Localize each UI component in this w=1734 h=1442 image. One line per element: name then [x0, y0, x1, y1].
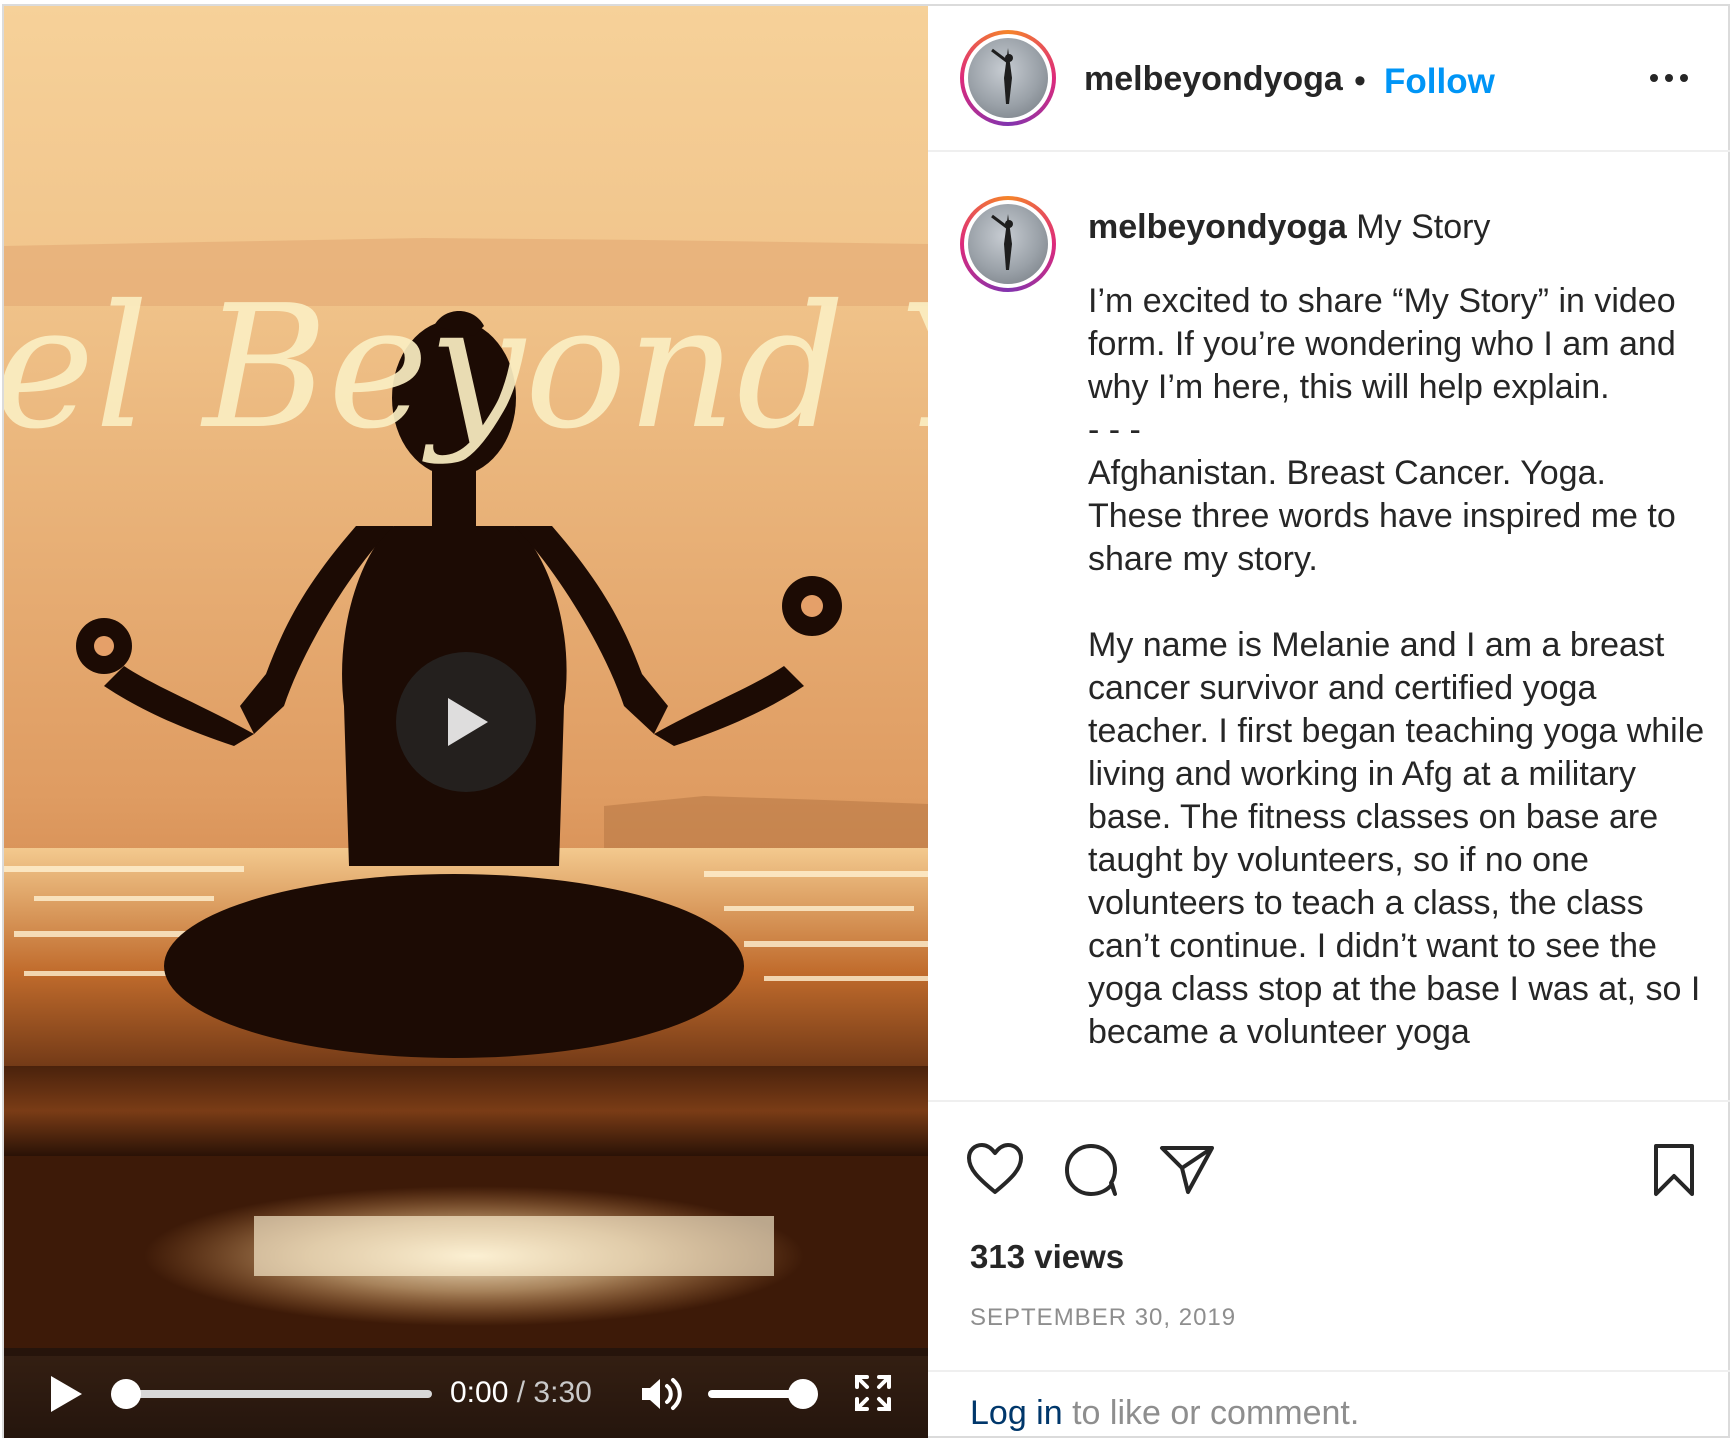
- header-username[interactable]: melbeyondyoga: [1084, 60, 1343, 99]
- video-player[interactable]: el Beyond Yog 0:00 / 3:30: [4, 6, 928, 1438]
- current-time: 0:00: [450, 1376, 509, 1409]
- video-controls: 0:00 / 3:30: [4, 1348, 928, 1438]
- play-button[interactable]: [48, 1374, 84, 1419]
- more-options-button[interactable]: [1642, 60, 1696, 96]
- caption-header: melbeyondyoga My Story: [1088, 208, 1490, 247]
- post-card: el Beyond Yog 0:00 / 3:30: [2, 4, 1730, 1438]
- duration: 3:30: [533, 1376, 592, 1409]
- post-side-panel: melbeyondyoga • Follow melbeyondyoga My …: [928, 6, 1730, 1438]
- like-button[interactable]: [966, 1142, 1024, 1201]
- time-display: 0:00 / 3:30: [450, 1376, 592, 1410]
- login-rest: to like or comment.: [1062, 1394, 1360, 1432]
- post-date: SEPTEMBER 30, 2019: [970, 1304, 1237, 1331]
- seek-bar[interactable]: [126, 1390, 432, 1398]
- caption-username[interactable]: melbeyondyoga: [1088, 208, 1347, 246]
- caption-title: My Story: [1356, 208, 1491, 246]
- volume-thumb[interactable]: [788, 1379, 818, 1409]
- more-dots-icon: [1650, 74, 1688, 82]
- comment-button[interactable]: [1062, 1142, 1120, 1203]
- play-icon: [448, 698, 488, 746]
- fullscreen-button[interactable]: [854, 1374, 892, 1417]
- share-button[interactable]: [1158, 1142, 1216, 1201]
- center-play-button[interactable]: [396, 652, 536, 792]
- view-count: 313 views: [970, 1238, 1125, 1275]
- play-icon: [51, 1376, 82, 1412]
- volume-button[interactable]: [640, 1374, 684, 1419]
- caption-area: melbeyondyoga My Story I’m excited to sh…: [928, 154, 1730, 1102]
- login-text: Log in to like or comment.: [970, 1394, 1359, 1433]
- volume-icon: [642, 1378, 682, 1410]
- login-link[interactable]: Log in: [970, 1394, 1063, 1432]
- time-separator: /: [516, 1376, 526, 1409]
- paper-plane-icon: [1160, 1146, 1214, 1194]
- avatar[interactable]: [960, 30, 1056, 126]
- action-bar: [928, 1104, 1730, 1214]
- comment-icon: [1065, 1144, 1117, 1196]
- avatar-image: [991, 214, 1013, 270]
- post-header: melbeyondyoga • Follow: [928, 6, 1730, 152]
- follow-button[interactable]: Follow: [1384, 62, 1495, 102]
- bookmark-icon: [1654, 1144, 1694, 1196]
- login-prompt: Log in to like or comment.: [928, 1370, 1730, 1438]
- save-button[interactable]: [1650, 1142, 1698, 1203]
- caption-text: I’m excited to share “My Story” in video…: [1088, 282, 1705, 1051]
- heart-icon: [967, 1143, 1023, 1194]
- fullscreen-icon: [855, 1375, 891, 1411]
- avatar-image: [991, 48, 1013, 104]
- video-title-overlay: el Beyond Yog: [4, 269, 928, 467]
- separator-dot: •: [1354, 62, 1366, 100]
- seek-thumb[interactable]: [111, 1379, 141, 1409]
- caption-avatar[interactable]: [960, 196, 1056, 292]
